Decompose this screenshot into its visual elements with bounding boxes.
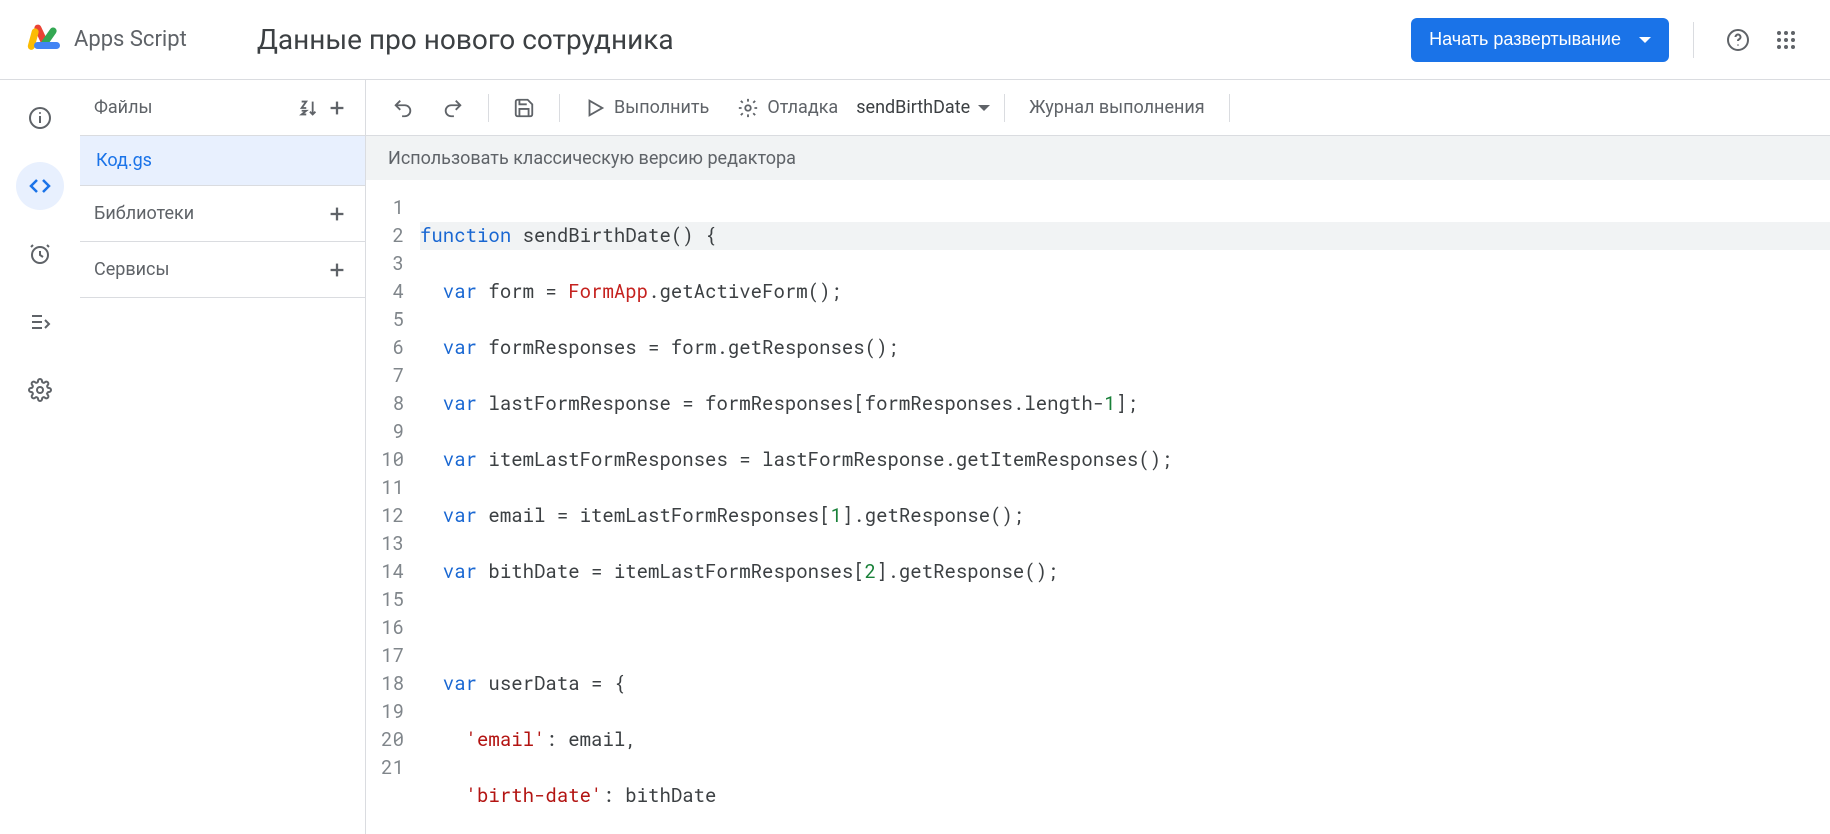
play-icon bbox=[584, 97, 606, 119]
debug-button[interactable]: Отладка bbox=[727, 91, 848, 125]
separator bbox=[1004, 94, 1005, 122]
run-button[interactable]: Выполнить bbox=[574, 91, 719, 125]
help-button[interactable] bbox=[1718, 20, 1758, 60]
deploy-button[interactable]: Начать развертывание bbox=[1411, 18, 1669, 62]
save-button[interactable] bbox=[503, 91, 545, 125]
files-label: Файлы bbox=[94, 97, 295, 118]
plus-icon bbox=[326, 97, 348, 119]
nav-editor[interactable] bbox=[16, 162, 64, 210]
execution-log-label: Журнал выполнения bbox=[1029, 97, 1205, 118]
save-icon bbox=[513, 97, 535, 119]
separator bbox=[488, 94, 489, 122]
sidebar: Файлы Код.gs Библиотеки Сервисы bbox=[80, 80, 365, 834]
nav-overview[interactable] bbox=[16, 94, 64, 142]
add-file-button[interactable] bbox=[323, 94, 351, 122]
file-item[interactable]: Код.gs bbox=[80, 136, 365, 186]
add-service-button[interactable] bbox=[323, 256, 351, 284]
run-label: Выполнить bbox=[614, 97, 709, 118]
chevron-down-icon bbox=[1639, 37, 1651, 43]
sort-button[interactable] bbox=[295, 94, 323, 122]
clock-icon bbox=[28, 242, 52, 266]
header: Apps Script Данные про нового сотрудника… bbox=[0, 0, 1830, 80]
plus-icon bbox=[326, 203, 348, 225]
separator bbox=[559, 94, 560, 122]
undo-icon bbox=[392, 97, 414, 119]
deploy-label: Начать развертывание bbox=[1429, 29, 1621, 50]
redo-button[interactable] bbox=[432, 91, 474, 125]
undo-button[interactable] bbox=[382, 91, 424, 125]
logo-group: Apps Script bbox=[24, 18, 187, 62]
apps-script-logo-icon bbox=[24, 18, 64, 62]
services-section-header: Сервисы bbox=[80, 242, 365, 298]
code-content[interactable]: function sendBirthDate() { var form = Fo… bbox=[420, 194, 1830, 834]
sort-az-icon bbox=[298, 97, 320, 119]
function-picker[interactable]: sendBirthDate bbox=[856, 97, 990, 118]
services-label: Сервисы bbox=[94, 259, 323, 280]
redo-icon bbox=[442, 97, 464, 119]
libraries-section-header: Библиотеки bbox=[80, 186, 365, 242]
help-icon bbox=[1726, 28, 1750, 52]
separator bbox=[1229, 94, 1230, 122]
code-icon bbox=[28, 174, 52, 198]
chevron-down-icon bbox=[978, 105, 990, 111]
toolbar: Выполнить Отладка sendBirthDate Журнал в… bbox=[366, 80, 1830, 136]
left-nav-rail bbox=[0, 80, 80, 834]
apps-grid-icon bbox=[1774, 28, 1798, 52]
gutter: 123456789101112131415161718192021 bbox=[366, 194, 420, 834]
function-name: sendBirthDate bbox=[856, 97, 970, 118]
code-editor[interactable]: 123456789101112131415161718192021 functi… bbox=[366, 180, 1830, 834]
libraries-label: Библиотеки bbox=[94, 203, 323, 224]
legacy-editor-link[interactable]: Использовать классическую версию редакто… bbox=[366, 136, 1830, 180]
nav-triggers[interactable] bbox=[16, 230, 64, 278]
info-icon bbox=[28, 106, 52, 130]
product-name: Apps Script bbox=[74, 27, 187, 52]
executions-icon bbox=[28, 310, 52, 334]
execution-log-button[interactable]: Журнал выполнения bbox=[1019, 91, 1215, 124]
nav-executions[interactable] bbox=[16, 298, 64, 346]
debug-label: Отладка bbox=[767, 97, 838, 118]
gear-icon bbox=[28, 378, 52, 402]
nav-settings[interactable] bbox=[16, 366, 64, 414]
project-title[interactable]: Данные про нового сотрудника bbox=[257, 23, 674, 56]
files-section-header: Файлы bbox=[80, 80, 365, 136]
google-apps-button[interactable] bbox=[1766, 20, 1806, 60]
divider bbox=[1693, 22, 1694, 58]
main: Выполнить Отладка sendBirthDate Журнал в… bbox=[365, 80, 1830, 834]
debug-icon bbox=[737, 97, 759, 119]
plus-icon bbox=[326, 259, 348, 281]
add-library-button[interactable] bbox=[323, 200, 351, 228]
